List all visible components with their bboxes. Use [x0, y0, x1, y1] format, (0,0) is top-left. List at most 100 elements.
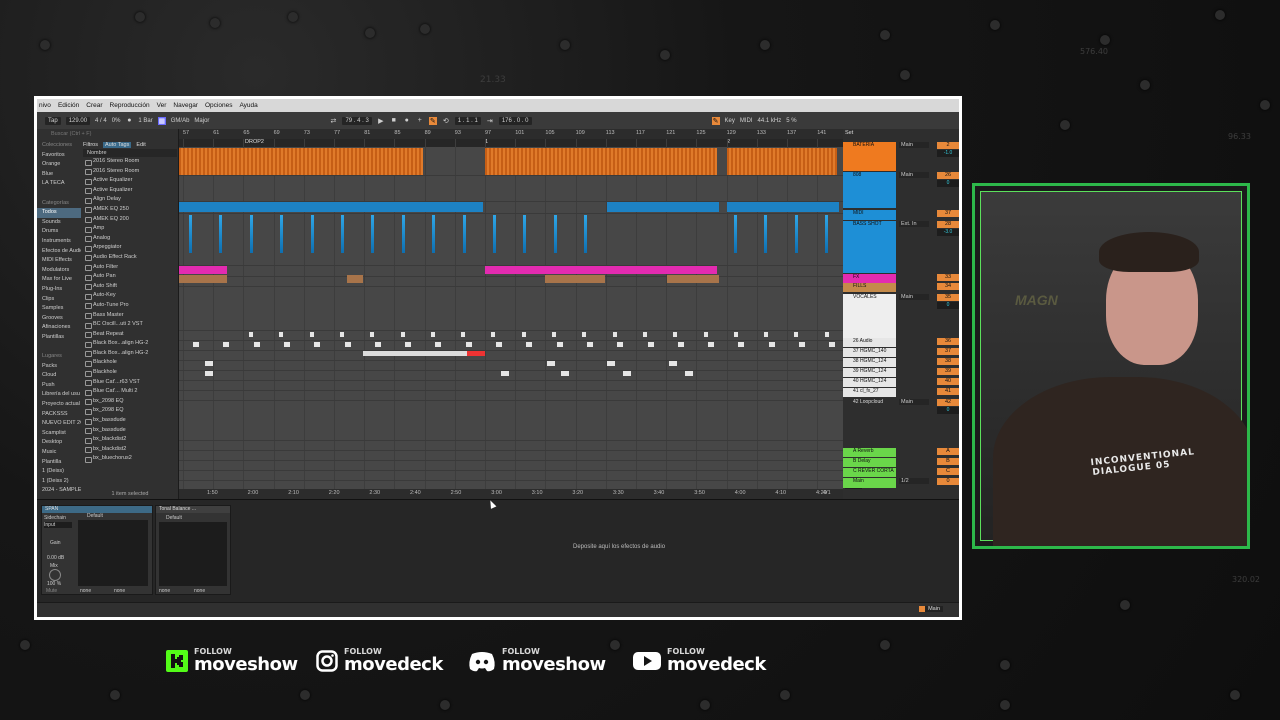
audio-clip[interactable] — [647, 342, 654, 347]
audio-clip[interactable] — [547, 361, 555, 366]
mix-value[interactable]: 100 % — [47, 581, 61, 587]
browser-item[interactable]: Blackhole — [83, 368, 177, 378]
record-icon[interactable]: ● — [403, 117, 411, 125]
track-lane[interactable] — [179, 400, 843, 441]
audio-clip[interactable] — [205, 371, 213, 376]
bass-hit[interactable] — [371, 215, 375, 253]
bass-hit[interactable] — [401, 215, 405, 253]
arrangement-view[interactable]: 57 61 65 69 73 77 81 85 89 93 97 101 105 109 113 117 121… — [179, 129, 859, 499]
track-header[interactable]: FILLS — [843, 283, 896, 292]
audio-clip[interactable] — [339, 332, 344, 337]
edit-button[interactable]: Edit — [136, 142, 145, 148]
social-kick[interactable]: FOLLOW moveshow — [166, 648, 298, 674]
audio-clip[interactable] — [768, 342, 775, 347]
track-header[interactable]: 38 HGMC_124 — [843, 358, 896, 367]
browser-item[interactable]: Auto Shift — [83, 282, 177, 292]
audio-clip[interactable] — [623, 371, 631, 376]
browser-item[interactable]: 2016 Stereo Room — [83, 157, 177, 167]
track-header[interactable]: BATERIA — [843, 142, 896, 171]
browser-item[interactable]: 2016 Stereo Room — [83, 167, 177, 177]
browser-item[interactable]: bx_bassdude — [83, 426, 177, 436]
automation-arm-icon[interactable]: ✎ — [428, 116, 437, 125]
audio-clip[interactable] — [556, 342, 563, 347]
audio-clip[interactable] — [617, 342, 624, 347]
zoom-level[interactable]: 4/1 — [823, 490, 831, 496]
fx-clip[interactable] — [485, 266, 717, 274]
audio-clip[interactable] — [309, 332, 314, 337]
bass-hit[interactable] — [462, 215, 466, 253]
bass-hit[interactable] — [249, 215, 253, 253]
browser-item[interactable]: AMEK EQ 200 — [83, 215, 177, 225]
browser-sidebar-item[interactable]: Lugares — [37, 352, 81, 362]
track-lane[interactable] — [179, 175, 843, 202]
mix-knob[interactable] — [49, 569, 61, 581]
audio-clip[interactable] — [829, 342, 836, 347]
bass-hit[interactable] — [493, 215, 496, 253]
track-header[interactable]: VOCALES — [843, 294, 896, 338]
track-lane[interactable] — [179, 470, 843, 481]
loop-start[interactable]: 1 . 1 . 1 — [454, 116, 481, 125]
browser-sidebar-item[interactable]: Librería del usu — [37, 390, 81, 400]
track-header[interactable]: MIDI — [843, 210, 896, 220]
track-number[interactable]: 40 — [937, 378, 959, 385]
browser-sidebar-item[interactable]: NUEVO EDIT 2C — [37, 419, 81, 429]
fills-clip[interactable] — [667, 275, 719, 283]
audio-clip[interactable] — [249, 332, 253, 337]
track-header[interactable]: 37 HGMC_140 — [843, 348, 896, 357]
browser-item[interactable]: Arpeggiator — [83, 243, 177, 253]
track-number[interactable]: 2 — [937, 142, 959, 149]
browser-sidebar-item[interactable]: Music — [37, 448, 81, 458]
audio-clip[interactable] — [764, 332, 769, 337]
browser-sidebar-item[interactable]: Modulators — [37, 266, 81, 276]
menu-item[interactable]: Opciones — [205, 102, 232, 109]
audio-clip[interactable] — [491, 332, 496, 337]
menu-item[interactable]: Navegar — [173, 102, 198, 109]
browser-item[interactable]: Blue Cat'... Multi 2 — [83, 387, 177, 397]
audio-clip[interactable] — [685, 371, 693, 376]
audio-clip[interactable] — [552, 332, 556, 337]
browser-sidebar-item[interactable]: Cloud — [37, 371, 81, 381]
browser-item[interactable]: Audio Effect Rack — [83, 253, 177, 263]
track-number[interactable]: 39 — [937, 368, 959, 375]
browser-search-input[interactable]: Buscar (Ctrl + F) — [51, 131, 177, 139]
none-select[interactable]: none — [80, 588, 91, 594]
track-volume[interactable]: -3.0 — [937, 229, 959, 236]
audio-clip[interactable] — [253, 342, 260, 347]
audio-clip[interactable] — [708, 342, 715, 347]
browser-sidebar-item[interactable]: Drums — [37, 227, 81, 237]
browser-sidebar-item[interactable]: Plantilla — [37, 458, 81, 468]
track-header[interactable]: Main — [843, 478, 896, 488]
track-routing[interactable]: Main — [899, 294, 929, 300]
track-number[interactable]: 37 — [937, 348, 959, 355]
audio-clip[interactable] — [501, 371, 509, 376]
browser-item[interactable]: bx_blackdist2 — [83, 445, 177, 455]
browser-sidebar-item[interactable]: Plantillas — [37, 333, 81, 343]
track-header[interactable]: 808 — [843, 172, 896, 208]
browser-sidebar-item[interactable]: Favoritos — [37, 151, 81, 161]
audio-clip[interactable] — [669, 361, 677, 366]
drum-clip[interactable] — [485, 148, 717, 175]
track-number[interactable]: B — [937, 458, 959, 465]
track-volume[interactable]: -1.0 — [937, 150, 959, 157]
filters-button[interactable]: Filtros — [83, 142, 98, 148]
locator-1[interactable]: DROP2 — [245, 139, 264, 145]
key-map-button[interactable]: Key — [725, 118, 735, 124]
track-volume[interactable]: 0 — [937, 407, 959, 414]
browser-sidebar-item[interactable]: Clips — [37, 295, 81, 305]
track-number[interactable]: 34 — [937, 283, 959, 290]
browser-item[interactable]: Auto-Tune Pro — [83, 301, 177, 311]
track-lane[interactable] — [179, 286, 843, 331]
track-header[interactable]: C REVER CORTA — [843, 468, 896, 477]
bass-hit[interactable] — [432, 215, 436, 253]
bass-hit[interactable] — [189, 215, 192, 253]
song-position[interactable]: 79 . 4 . 3 — [342, 116, 372, 125]
track-lane[interactable] — [179, 213, 843, 266]
fills-clip[interactable] — [179, 275, 227, 283]
browser-sidebar-item[interactable]: Efectos de Audio — [37, 247, 81, 257]
track-number[interactable]: C — [937, 468, 959, 475]
stop-icon[interactable]: ■ — [390, 117, 398, 125]
audio-clip[interactable] — [607, 361, 615, 366]
track-volume[interactable]: 0 — [937, 302, 959, 309]
track-number[interactable]: 26 — [937, 172, 959, 179]
browser-item[interactable]: Blackhole — [83, 358, 177, 368]
